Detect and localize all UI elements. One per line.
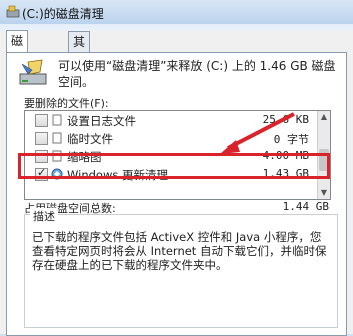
description-text: 已下载的程序文件包括 ActiveX 控件和 Java 小程序，您查看特定网页时… [32,230,327,272]
scroll-up-icon[interactable]: ▲ [318,111,330,123]
file-name: 临时文件 [67,132,113,146]
file-icon [52,132,62,144]
disk-cleanup-icon [6,5,20,18]
tab-more-options[interactable]: 其他选项 [68,31,91,109]
title-bar: (C:)的磁盘清理 [0,0,353,24]
description-title: 描述 [30,208,58,224]
total-space-value: 1.44 GB [282,200,329,213]
tab-disk-cleanup[interactable]: 磁盘清理 [6,30,29,108]
cleanup-info-text: 可以使用“磁盘清理”来释放 (C:) 上的 1.46 GB 磁盘空间。 [58,59,336,89]
drive-cleanup-icon [19,59,47,85]
window-title: (C:)的磁盘清理 [22,7,104,21]
checkbox[interactable] [35,114,48,127]
files-to-delete-label: 要删除的文件(F): [24,97,109,110]
file-name: 设置日志文件 [67,114,136,128]
checkbox[interactable] [35,132,48,145]
file-icon [52,114,62,126]
scroll-down-icon[interactable]: ▼ [318,187,330,199]
arrow-annotation-icon [220,112,295,154]
